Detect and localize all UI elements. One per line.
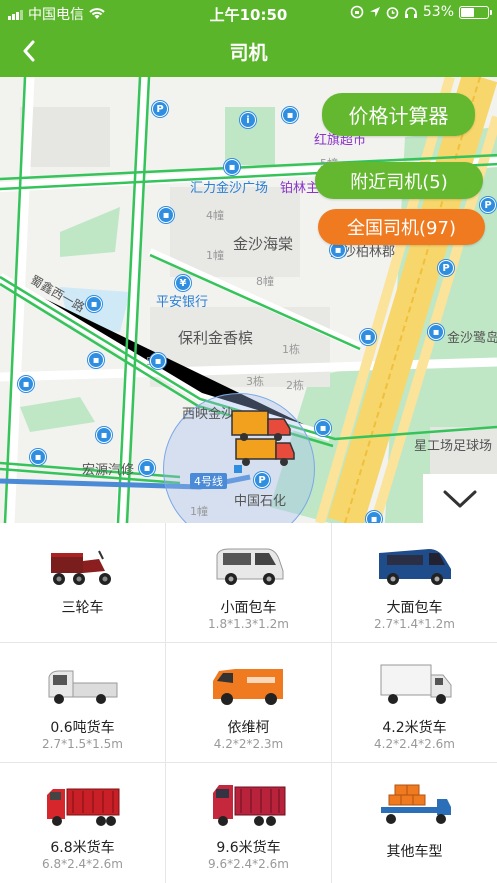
nav-bar: 司机 (0, 26, 497, 77)
status-right: 53% (350, 4, 492, 20)
vehicle-name: 其他车型 (386, 844, 443, 860)
tricycle-icon (51, 550, 111, 585)
price-calculator-button[interactable]: 价格计算器 (322, 93, 475, 136)
box-truck-icon (380, 664, 452, 704)
map-label-building-2: 2栋 (286, 379, 304, 392)
vehicle-name: 依维柯 (227, 720, 270, 736)
map-label-sinopec: 中国石化 (234, 494, 287, 509)
bus-poi-icon[interactable]: ▪ (366, 511, 382, 523)
vehicle-name: 大面包车 (386, 600, 443, 616)
map-label-jinsha-ludao: 金沙鹭岛 (447, 331, 497, 346)
vehicle-dims: 4.2*2*2.3m (213, 737, 284, 751)
bus-poi-icon[interactable]: ▪ (18, 376, 34, 392)
orientation-lock-icon (350, 5, 364, 19)
chevron-down-icon (443, 490, 477, 508)
collapse-map-button[interactable] (423, 474, 497, 523)
battery-fill (461, 7, 474, 17)
vehicle-type-grid: 三轮车 小面包车 1.8*1.3*1.2m 大面包车 2.7*1.4*1.2m (0, 523, 497, 883)
vehicle-dims: 4.2*2.4*2.6m (374, 737, 455, 751)
vehicle-cell-small-van[interactable]: 小面包车 1.8*1.3*1.2m (166, 523, 332, 643)
parking-poi-icon[interactable]: P (438, 260, 454, 276)
red-truck-icon (47, 788, 120, 826)
map-label-building-4: 4幢 (206, 209, 224, 222)
vehicle-name: 4.2米货车 (382, 720, 447, 736)
service-poi-icon[interactable]: ▪ (139, 460, 155, 476)
map-label-building-1: 1幢 (206, 249, 224, 262)
vehicle-cell-tricycle[interactable]: 三轮车 (0, 523, 166, 643)
heavy-truck-icon (213, 785, 286, 826)
parking-poi-icon[interactable]: P (480, 197, 496, 213)
map-label-building-1b: 1栋 (282, 343, 300, 356)
location-icon (369, 7, 380, 17)
bus-poi-icon[interactable]: ▪ (30, 449, 46, 465)
vehicle-dims: 6.8*2.4*2.6m (42, 857, 123, 871)
vehicle-cell-iveco[interactable]: 依维柯 4.2*2*2.3m (166, 643, 332, 763)
map-label-pingan: 平安银行 (156, 295, 209, 310)
vehicle-name: 小面包车 (220, 600, 277, 616)
iveco-van-icon (213, 669, 283, 705)
vehicle-cell-9-6m-truck[interactable]: 9.6米货车 9.6*2.4*2.6m (166, 763, 332, 883)
bus-poi-icon[interactable]: ▪ (315, 420, 331, 436)
vehicle-cell-other[interactable]: 其他车型 (332, 763, 497, 883)
national-drivers-button[interactable]: 全国司机(97) (318, 209, 485, 245)
map-label-xinggong: 星工场足球场 (414, 439, 493, 454)
bus-poi-icon[interactable]: ▪ (158, 207, 174, 223)
shop-poi-icon[interactable]: ▪ (224, 159, 240, 175)
map-label-baoli: 保利金香槟 (178, 329, 254, 347)
status-bar: 中国电信 上午10:50 53% (0, 0, 497, 26)
large-van-icon (379, 549, 451, 585)
map-label-hongyuan: 宏源汽修 (82, 463, 135, 478)
bank-poi-icon[interactable]: ¥ (175, 275, 191, 291)
map-label-building-3: 3栋 (246, 375, 264, 388)
other-vehicle-icon (381, 784, 451, 824)
battery-percent: 53% (422, 4, 454, 20)
alarm-icon (386, 6, 399, 19)
vehicle-cell-large-van[interactable]: 大面包车 2.7*1.4*1.2m (332, 523, 497, 643)
parking-poi-icon[interactable]: P (152, 101, 168, 117)
vehicle-dims: 2.7*1.4*1.2m (374, 617, 455, 631)
map-label-huili: 汇力金沙广场 (190, 181, 269, 196)
battery-icon (459, 5, 492, 19)
vehicle-name: 三轮车 (61, 600, 104, 616)
truck-marker-icon[interactable] (226, 405, 298, 477)
nearby-drivers-button[interactable]: 附近司机(5) (315, 162, 483, 199)
map-label-building-1c: 1幢 (190, 505, 208, 518)
vehicle-name: 0.6吨货车 (50, 720, 115, 736)
vehicle-cell-6-8m-truck[interactable]: 6.8米货车 6.8*2.4*2.6m (0, 763, 166, 883)
vehicle-dims: 9.6*2.4*2.6m (208, 857, 289, 871)
bus-poi-icon[interactable]: ▪ (150, 353, 166, 369)
page-title: 司机 (229, 42, 268, 64)
toilet-poi-icon[interactable]: i (240, 112, 256, 128)
bus-poi-icon[interactable]: ▪ (282, 107, 298, 123)
bus-poi-icon[interactable]: ▪ (88, 352, 104, 368)
map-label-building-8: 8幢 (256, 275, 274, 288)
bus-poi-icon[interactable]: ▪ (96, 427, 112, 443)
headphones-icon (404, 6, 417, 18)
vehicle-dims: 2.7*1.5*1.5m (42, 737, 123, 751)
bus-poi-icon[interactable]: ▪ (86, 296, 102, 312)
bus-poi-icon[interactable]: ▪ (360, 329, 376, 345)
vehicle-name: 6.8米货车 (50, 840, 115, 856)
map-view[interactable]: 红旗超市 汇力金沙广场 铂林主题酒店 金沙海棠 金沙柏林郡 平安银行 保利金香槟… (0, 77, 497, 523)
map-label-line4: 4号线 (190, 473, 227, 489)
vehicle-cell-4-2m-truck[interactable]: 4.2米货车 4.2*2.4*2.6m (332, 643, 497, 763)
vehicle-cell-0-6-ton-truck[interactable]: 0.6吨货车 2.7*1.5*1.5m (0, 643, 166, 763)
vehicle-name: 9.6米货车 (216, 840, 281, 856)
small-van-icon (216, 548, 284, 585)
map-label-jinsha-haitang: 金沙海棠 (233, 235, 294, 253)
location-poi-icon[interactable]: ▪ (428, 324, 444, 340)
mini-truck-icon (48, 670, 118, 704)
vehicle-dims: 1.8*1.3*1.2m (208, 617, 289, 631)
